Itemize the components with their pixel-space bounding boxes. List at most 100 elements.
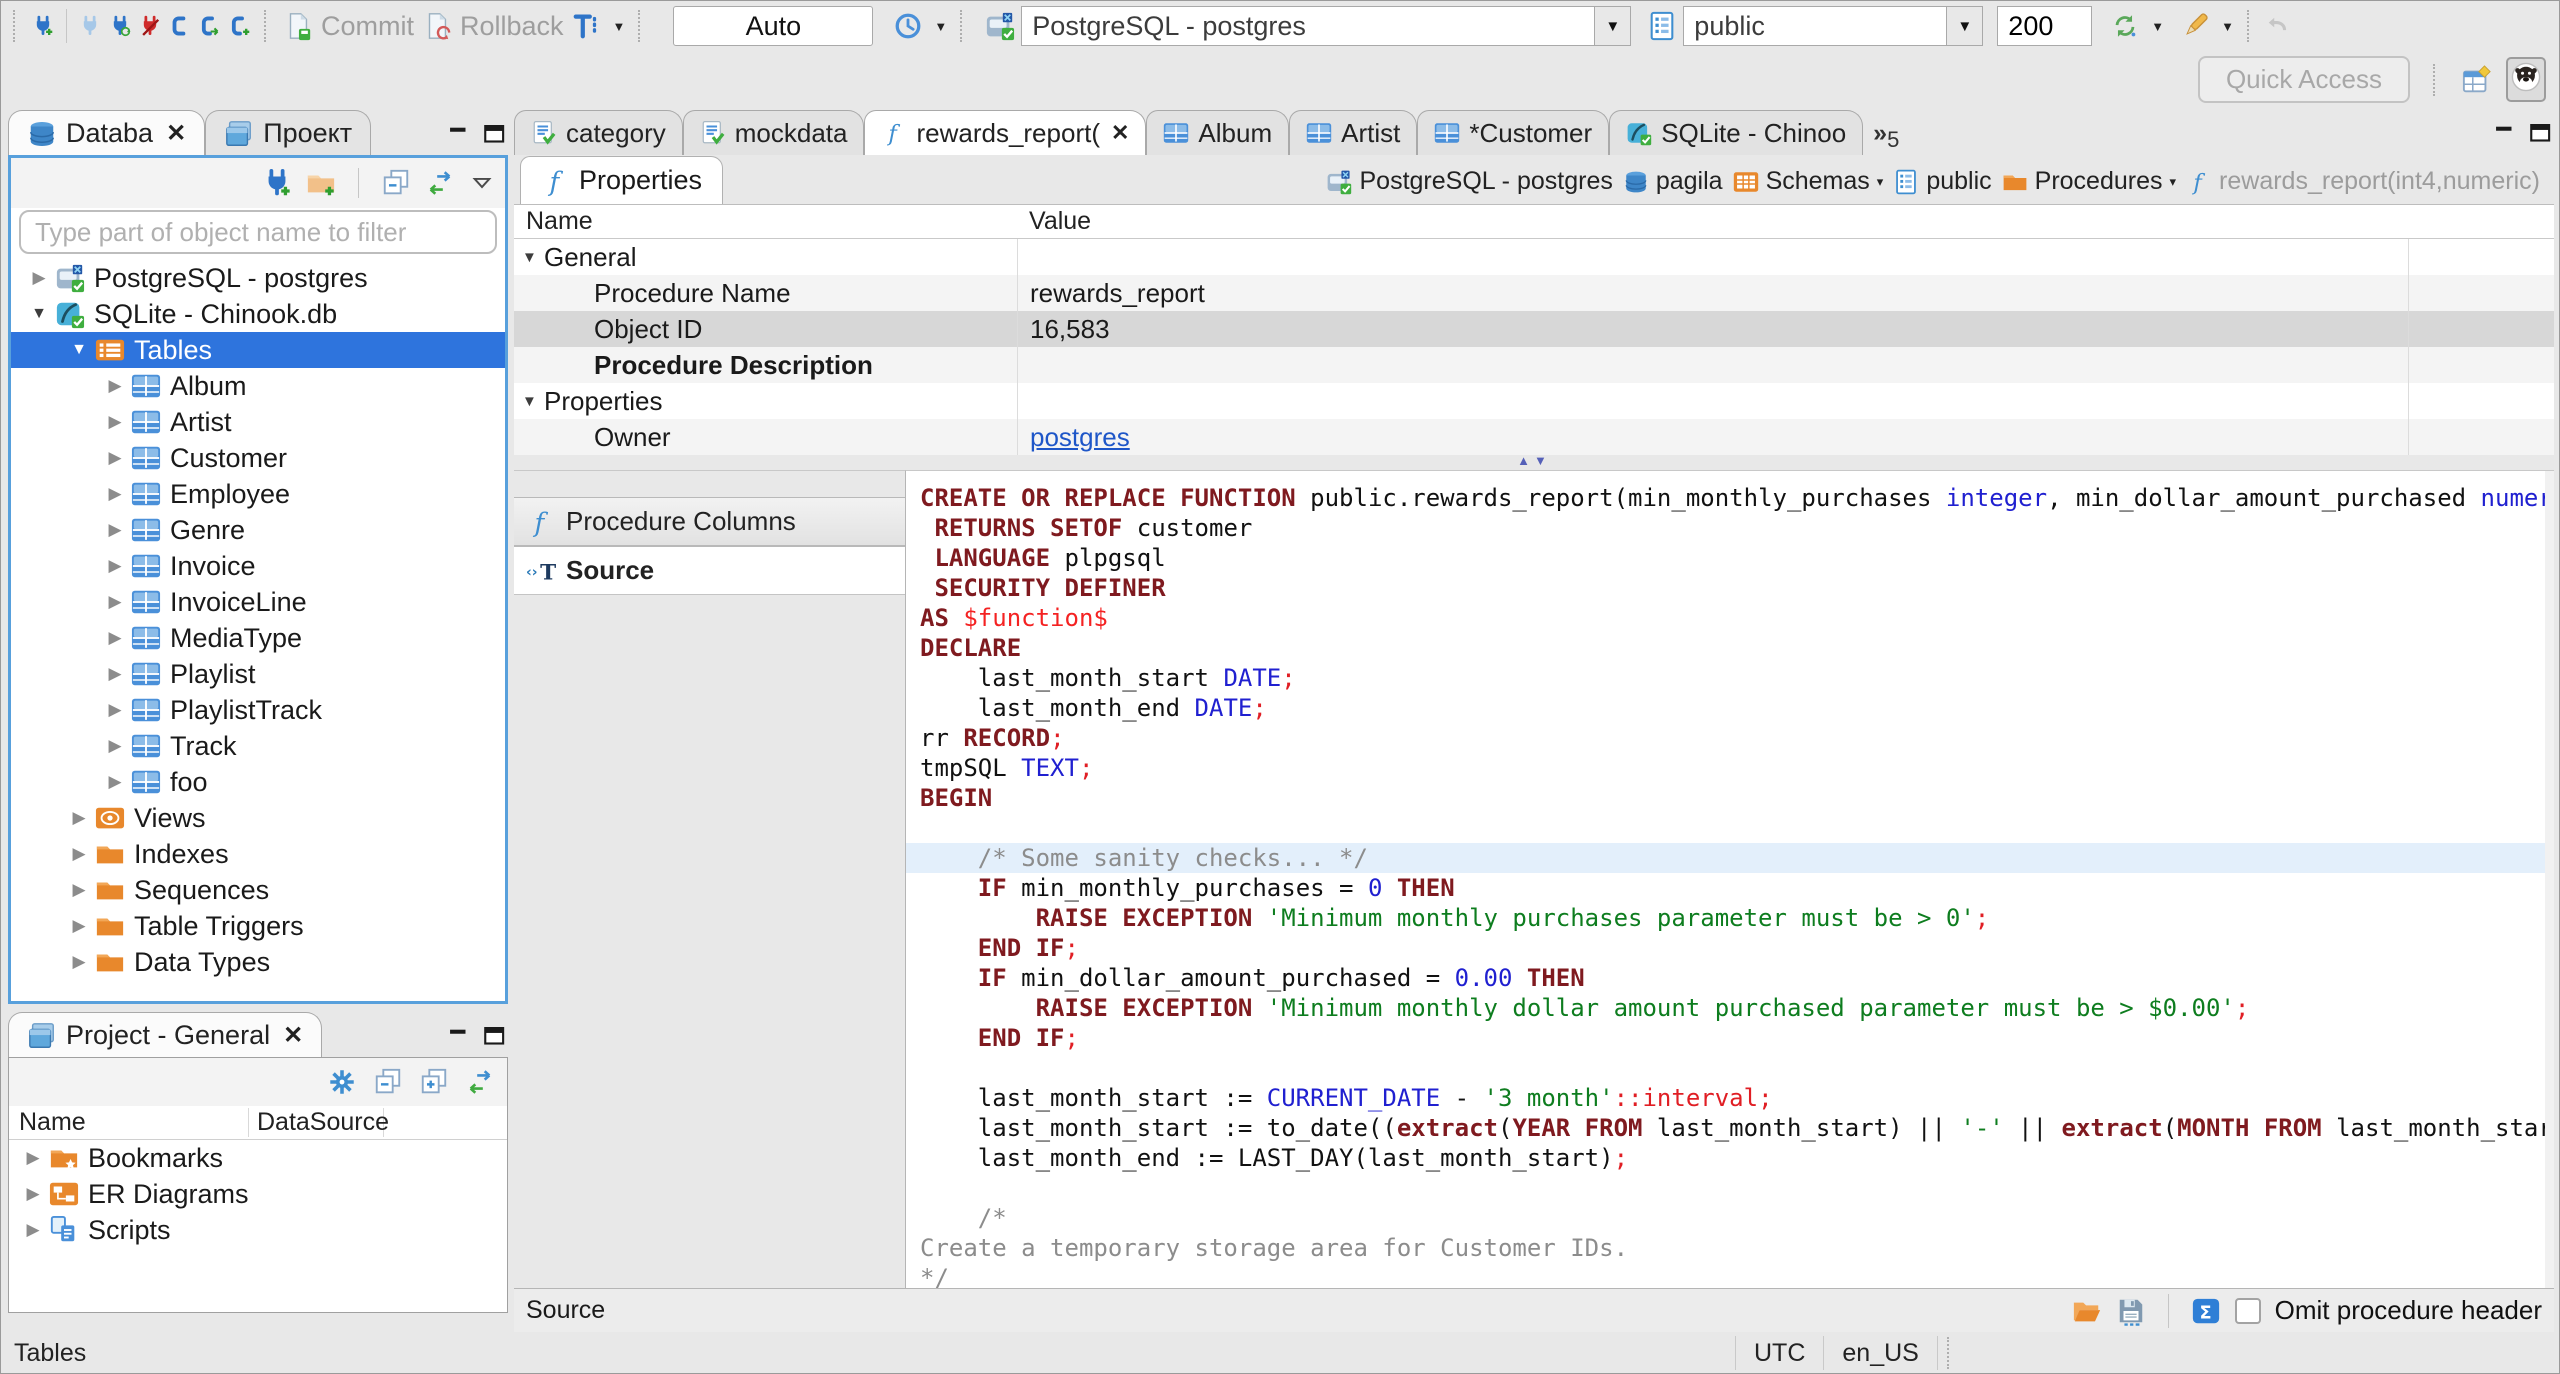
commit-button[interactable]: Commit <box>279 9 418 44</box>
editor-tab-album[interactable]: Album <box>1146 110 1290 155</box>
schema-combo[interactable]: public ▼ <box>1683 6 1984 46</box>
expand-arrow-icon[interactable]: ▶ <box>23 1184 43 1204</box>
expand-arrow-icon[interactable]: ▶ <box>69 916 89 936</box>
expand-arrow-icon[interactable]: ▶ <box>105 592 125 612</box>
gear-icon[interactable] <box>327 1067 357 1097</box>
new-connection-icon[interactable] <box>262 168 292 198</box>
timezone-indicator[interactable]: UTC <box>1735 1336 1825 1370</box>
editor-tab-category[interactable]: category <box>514 110 683 155</box>
tab-databa[interactable]: Databa ✕ <box>8 110 206 156</box>
expand-arrow-icon[interactable]: ▶ <box>105 376 125 396</box>
omit-procedure-header-checkbox[interactable] <box>2234 1297 2261 1324</box>
expand-arrow-icon[interactable]: ▶ <box>105 772 125 792</box>
column-datasource[interactable]: DataSource <box>249 1108 389 1137</box>
tree-item-artist[interactable]: ▶ Artist <box>11 404 505 440</box>
breadcrumb-item-postgresql-postgres[interactable]: PostgreSQL - postgres <box>1326 167 1613 196</box>
reconnect-icon[interactable] <box>105 11 135 41</box>
tree-item-tables[interactable]: ▼ Tables <box>11 332 505 368</box>
expand-arrow-icon[interactable]: ▼ <box>69 341 89 359</box>
expand-arrow-icon[interactable]: ▶ <box>105 628 125 648</box>
connection-combo[interactable]: PostgreSQL - postgres ▼ <box>1021 6 1632 46</box>
expand-arrow-icon[interactable]: ▶ <box>29 268 49 288</box>
expand-all-icon[interactable] <box>419 1067 449 1097</box>
tree-item-indexes[interactable]: ▶ Indexes <box>11 836 505 872</box>
project-item-er-diagrams[interactable]: ▶ ER Diagrams <box>9 1176 507 1212</box>
breadcrumb-item-pagila[interactable]: pagila <box>1623 167 1723 196</box>
toolbar-grip[interactable] <box>638 10 644 42</box>
connect-icon[interactable] <box>75 11 105 41</box>
breadcrumb-item-procedures[interactable]: Procedures ▾ <box>2002 167 2176 196</box>
fetch-size-input[interactable] <box>1997 6 2093 46</box>
quick-access-button[interactable]: Quick Access <box>2197 56 2410 103</box>
rollback-button[interactable]: Rollback <box>418 9 568 44</box>
tree-item-sequences[interactable]: ▶ Sequences <box>11 872 505 908</box>
tree-item-sqlite-chinook-db[interactable]: ▼ SQLite - Chinook.db <box>11 296 505 332</box>
property-row-properties[interactable]: ▼ Properties <box>514 383 2554 419</box>
splitter-arrows-icon[interactable]: ▲▼ <box>1517 453 1551 468</box>
new-sql-editor-icon[interactable] <box>225 11 255 41</box>
commit-mode-combo[interactable]: Auto <box>673 6 874 46</box>
save-icon[interactable] <box>2116 1296 2146 1326</box>
toolbar-grip[interactable] <box>2247 10 2253 42</box>
new-connection-icon[interactable] <box>28 11 58 41</box>
column-value[interactable]: Value <box>1017 207 2408 236</box>
toolbar-grip[interactable] <box>960 10 966 42</box>
expand-arrow-icon[interactable]: ▶ <box>23 1148 43 1168</box>
undo-icon[interactable] <box>2262 11 2292 41</box>
refresh-button[interactable]: ▼ <box>2106 9 2168 43</box>
collapse-all-icon[interactable] <box>373 1067 403 1097</box>
property-row-general[interactable]: ▼ General <box>514 239 2554 275</box>
group-arrow-icon[interactable]: ▼ <box>522 393 538 410</box>
tree-item-track[interactable]: ▶ Track <box>11 728 505 764</box>
tab-properties[interactable]: f Properties <box>520 156 724 204</box>
property-row-object-id[interactable]: Object ID 16,583 <box>514 311 2554 347</box>
disconnect-icon[interactable] <box>135 11 165 41</box>
minimize-icon[interactable] <box>446 1024 472 1050</box>
open-sql-script-icon[interactable] <box>195 11 225 41</box>
open-file-icon[interactable] <box>2072 1296 2102 1326</box>
tree-item-employee[interactable]: ▶ Employee <box>11 476 505 512</box>
group-arrow-icon[interactable]: ▼ <box>522 249 538 266</box>
persist-console-icon[interactable]: Σ <box>2191 1296 2221 1326</box>
editor-tab-rewards-report-[interactable]: f rewards_report(✕ <box>864 110 1147 155</box>
tree-item-album[interactable]: ▶ Album <box>11 368 505 404</box>
expand-arrow-icon[interactable]: ▶ <box>105 664 125 684</box>
expand-arrow-icon[interactable]: ▶ <box>105 412 125 432</box>
editor-tab-sqlite-chinoo[interactable]: SQLite - Chinoo <box>1609 110 1864 155</box>
property-row-procedure-name[interactable]: Procedure Name rewards_report <box>514 275 2554 311</box>
expand-arrow-icon[interactable]: ▶ <box>105 484 125 504</box>
panel-tab-procedure-columns[interactable]: f Procedure Columns <box>514 497 905 546</box>
splitter-handle[interactable]: ▲▼ <box>514 453 2554 470</box>
dbeaver-perspective-button[interactable] <box>2506 57 2546 102</box>
tree-item-invoice[interactable]: ▶ Invoice <box>11 548 505 584</box>
expand-arrow-icon[interactable]: ▶ <box>23 1220 43 1240</box>
project-item-scripts[interactable]: ▶ Scripts <box>9 1212 507 1248</box>
tree-item-playlist[interactable]: ▶ Playlist <box>11 656 505 692</box>
tree-item-mediatype[interactable]: ▶ MediaType <box>11 620 505 656</box>
expand-arrow-icon[interactable]: ▶ <box>105 448 125 468</box>
chevron-down-icon[interactable]: ▼ <box>1946 7 1983 45</box>
tree-item-foo[interactable]: ▶ foo <box>11 764 505 800</box>
transaction-log-button[interactable]: ▼ <box>889 9 951 43</box>
expand-arrow-icon[interactable]: ▶ <box>69 808 89 828</box>
panel-tab-source[interactable]: ‹› T Source <box>514 546 905 595</box>
tree-item-genre[interactable]: ▶ Genre <box>11 512 505 548</box>
tree-item-views[interactable]: ▶ Views <box>11 800 505 836</box>
expand-arrow-icon[interactable]: ▶ <box>105 556 125 576</box>
tab-overflow-button[interactable]: »5 <box>1873 119 1899 155</box>
tree-item-customer[interactable]: ▶ Customer <box>11 440 505 476</box>
close-icon[interactable]: ✕ <box>166 119 186 148</box>
tree-item-playlisttrack[interactable]: ▶ PlaylistTrack <box>11 692 505 728</box>
open-perspective-icon[interactable] <box>2462 64 2492 95</box>
toolbar-grip[interactable] <box>13 10 19 42</box>
sql-editor-icon[interactable] <box>165 11 195 41</box>
expand-arrow-icon[interactable]: ▶ <box>69 880 89 900</box>
expand-arrow-icon[interactable]: ▶ <box>69 952 89 972</box>
chevron-down-icon[interactable]: ▼ <box>1594 7 1631 45</box>
expand-arrow-icon[interactable]: ▶ <box>105 700 125 720</box>
tree-item-invoiceline[interactable]: ▶ InvoiceLine <box>11 584 505 620</box>
breadcrumb-item-schemas[interactable]: Schemas ▾ <box>1733 167 1883 196</box>
chevron-down-icon[interactable]: ▾ <box>2170 174 2177 190</box>
editor-tab-mockdata[interactable]: mockdata <box>682 110 865 155</box>
expand-arrow-icon[interactable]: ▶ <box>105 736 125 756</box>
